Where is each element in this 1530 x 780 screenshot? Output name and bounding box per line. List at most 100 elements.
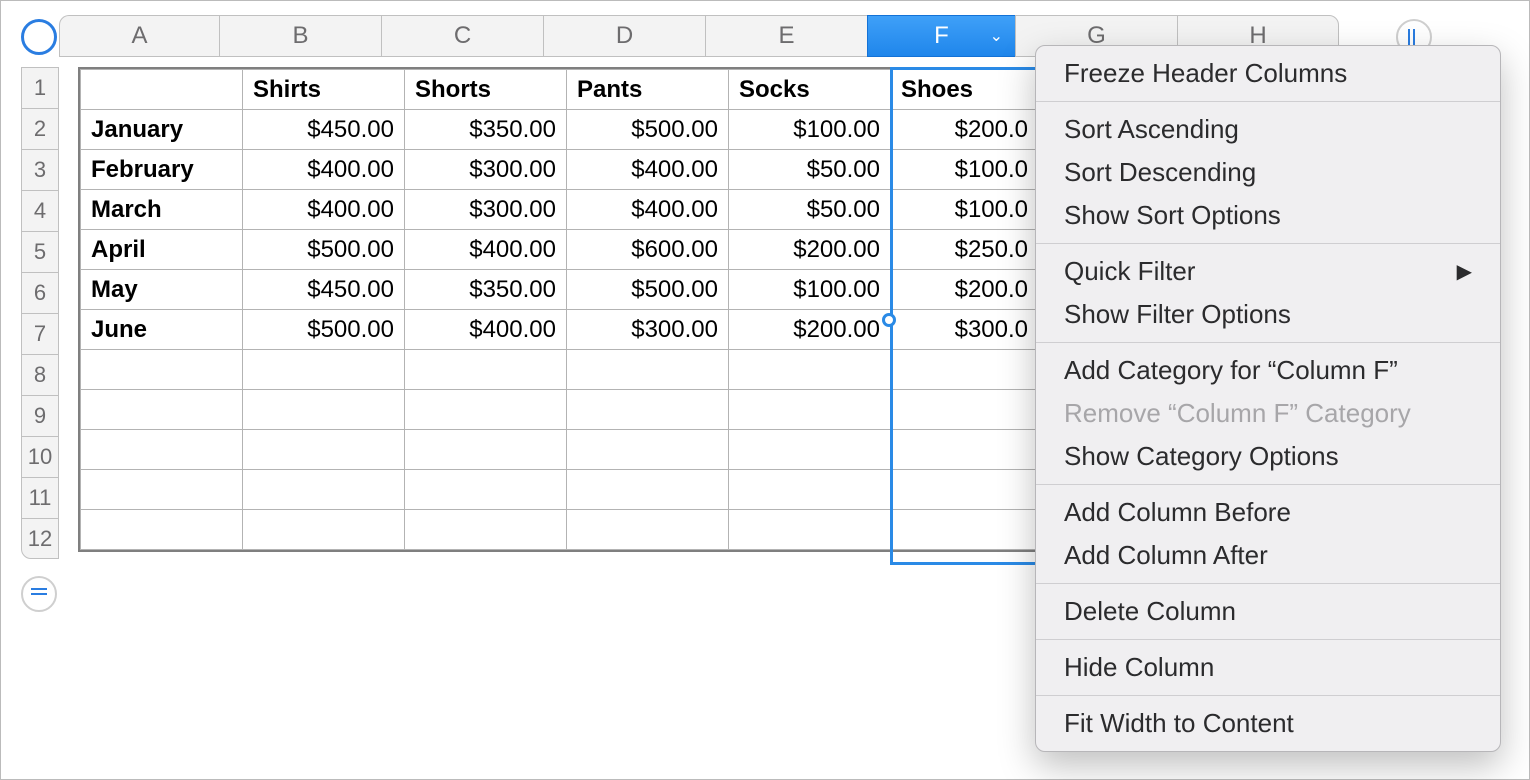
data-cell[interactable]: $400.00: [567, 190, 729, 230]
data-cell[interactable]: $50.00: [729, 150, 891, 190]
empty-cell[interactable]: [891, 390, 1039, 430]
menu-show-sort-options[interactable]: Show Sort Options: [1036, 194, 1500, 237]
row-header-2[interactable]: 2: [21, 108, 59, 149]
data-cell[interactable]: $500.00: [243, 230, 405, 270]
column-header-d[interactable]: D: [543, 15, 705, 57]
header-cell[interactable]: Shirts: [243, 70, 405, 110]
empty-cell[interactable]: [891, 510, 1039, 550]
empty-cell[interactable]: [891, 470, 1039, 510]
empty-cell[interactable]: [729, 350, 891, 390]
header-cell[interactable]: [81, 70, 243, 110]
menu-hide-column[interactable]: Hide Column: [1036, 646, 1500, 689]
row-header-7[interactable]: 7: [21, 313, 59, 354]
data-cell[interactable]: $200.00: [729, 310, 891, 350]
row-header-4[interactable]: 4: [21, 190, 59, 231]
data-cell[interactable]: $300.00: [405, 150, 567, 190]
menu-show-filter-options[interactable]: Show Filter Options: [1036, 293, 1500, 336]
add-row-handle[interactable]: [21, 576, 57, 612]
data-cell[interactable]: $500.00: [567, 270, 729, 310]
column-header-a[interactable]: A: [59, 15, 219, 57]
empty-cell[interactable]: [567, 390, 729, 430]
menu-add-column-before[interactable]: Add Column Before: [1036, 491, 1500, 534]
menu-add-category[interactable]: Add Category for “Column F”: [1036, 349, 1500, 392]
data-cell[interactable]: $250.0: [891, 230, 1039, 270]
data-cell[interactable]: $450.00: [243, 270, 405, 310]
data-cell[interactable]: $400.00: [243, 190, 405, 230]
empty-cell[interactable]: [729, 430, 891, 470]
data-cell[interactable]: $100.0: [891, 190, 1039, 230]
row-label[interactable]: March: [81, 190, 243, 230]
row-header-6[interactable]: 6: [21, 272, 59, 313]
empty-cell[interactable]: [567, 350, 729, 390]
data-cell[interactable]: $200.00: [729, 230, 891, 270]
row-header-1[interactable]: 1: [21, 67, 59, 108]
empty-cell[interactable]: [81, 470, 243, 510]
menu-show-category-options[interactable]: Show Category Options: [1036, 435, 1500, 478]
header-cell[interactable]: Pants: [567, 70, 729, 110]
empty-cell[interactable]: [567, 430, 729, 470]
menu-sort-descending[interactable]: Sort Descending: [1036, 151, 1500, 194]
menu-delete-column[interactable]: Delete Column: [1036, 590, 1500, 633]
row-label[interactable]: April: [81, 230, 243, 270]
row-header-11[interactable]: 11: [21, 477, 59, 518]
menu-add-column-after[interactable]: Add Column After: [1036, 534, 1500, 577]
data-cell[interactable]: $400.00: [243, 150, 405, 190]
data-cell[interactable]: $50.00: [729, 190, 891, 230]
menu-freeze-header-columns[interactable]: Freeze Header Columns: [1036, 52, 1500, 95]
empty-cell[interactable]: [405, 390, 567, 430]
empty-cell[interactable]: [81, 390, 243, 430]
data-cell[interactable]: $450.00: [243, 110, 405, 150]
column-header-b[interactable]: B: [219, 15, 381, 57]
row-header-12[interactable]: 12: [21, 518, 59, 559]
data-cell[interactable]: $600.00: [567, 230, 729, 270]
menu-fit-width-to-content[interactable]: Fit Width to Content: [1036, 702, 1500, 745]
data-cell[interactable]: $100.00: [729, 110, 891, 150]
data-cell[interactable]: $300.00: [567, 310, 729, 350]
data-cell[interactable]: $500.00: [567, 110, 729, 150]
empty-cell[interactable]: [81, 430, 243, 470]
row-header-5[interactable]: 5: [21, 231, 59, 272]
menu-sort-ascending[interactable]: Sort Ascending: [1036, 108, 1500, 151]
empty-cell[interactable]: [243, 510, 405, 550]
row-label[interactable]: February: [81, 150, 243, 190]
row-header-8[interactable]: 8: [21, 354, 59, 395]
data-cell[interactable]: $200.0: [891, 270, 1039, 310]
empty-cell[interactable]: [567, 510, 729, 550]
column-header-c[interactable]: C: [381, 15, 543, 57]
spreadsheet-grid[interactable]: ShirtsShortsPantsSocksShoesJanuary$450.0…: [78, 67, 1041, 552]
data-cell[interactable]: $400.00: [405, 310, 567, 350]
empty-cell[interactable]: [729, 510, 891, 550]
table-corner-handle[interactable]: [21, 19, 57, 55]
header-cell[interactable]: Socks: [729, 70, 891, 110]
empty-cell[interactable]: [405, 510, 567, 550]
data-cell[interactable]: $100.00: [729, 270, 891, 310]
data-cell[interactable]: $300.00: [405, 190, 567, 230]
data-cell[interactable]: $400.00: [567, 150, 729, 190]
empty-cell[interactable]: [891, 350, 1039, 390]
row-header-3[interactable]: 3: [21, 149, 59, 190]
row-header-10[interactable]: 10: [21, 436, 59, 477]
empty-cell[interactable]: [567, 470, 729, 510]
empty-cell[interactable]: [81, 510, 243, 550]
row-header-9[interactable]: 9: [21, 395, 59, 436]
empty-cell[interactable]: [405, 470, 567, 510]
empty-cell[interactable]: [891, 430, 1039, 470]
data-cell[interactable]: $500.00: [243, 310, 405, 350]
row-label[interactable]: June: [81, 310, 243, 350]
data-cell[interactable]: $200.0: [891, 110, 1039, 150]
data-cell[interactable]: $400.00: [405, 230, 567, 270]
empty-cell[interactable]: [243, 430, 405, 470]
row-label[interactable]: January: [81, 110, 243, 150]
empty-cell[interactable]: [405, 430, 567, 470]
empty-cell[interactable]: [81, 350, 243, 390]
row-label[interactable]: May: [81, 270, 243, 310]
header-cell[interactable]: Shorts: [405, 70, 567, 110]
column-header-f[interactable]: F⌄: [867, 15, 1015, 57]
empty-cell[interactable]: [729, 470, 891, 510]
data-cell[interactable]: $350.00: [405, 270, 567, 310]
header-cell[interactable]: Shoes: [891, 70, 1039, 110]
data-cell[interactable]: $300.0: [891, 310, 1039, 350]
menu-quick-filter[interactable]: Quick Filter▶: [1036, 250, 1500, 293]
chevron-down-icon[interactable]: ⌄: [990, 26, 1003, 46]
empty-cell[interactable]: [405, 350, 567, 390]
